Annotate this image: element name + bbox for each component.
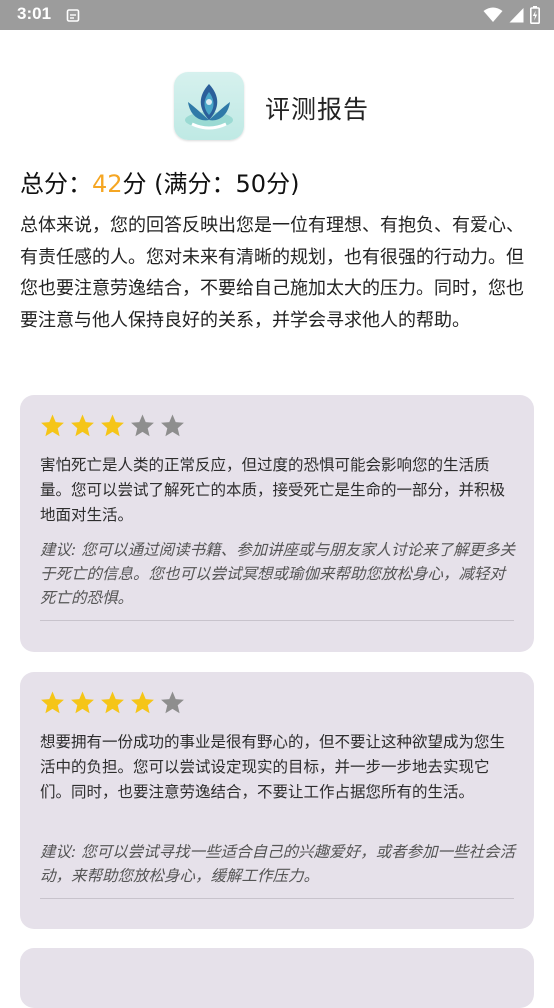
signal-icon	[509, 8, 524, 23]
star-filled-icon	[71, 414, 94, 437]
summary-text: 总体来说，您的回答反映出您是一位有理想、有抱负、有爱心、有责任感的人。您对未来有…	[20, 215, 524, 331]
star-empty-icon	[161, 691, 184, 714]
card-description: 想要拥有一份成功的事业是很有野心的，但不要让这种欲望成为您生活中的负担。您可以尝…	[40, 733, 506, 801]
page-title: 评测报告	[265, 95, 370, 124]
star-filled-icon	[71, 691, 94, 714]
card-suggestion: 建议: 您可以通过阅读书籍、参加讲座或与朋友家人讨论来了解更多关于死亡的信息。您…	[40, 541, 516, 607]
star-rating	[40, 690, 185, 715]
star-filled-icon	[101, 691, 124, 714]
status-time: 3:01	[17, 4, 52, 23]
card-description: 害怕死亡是人类的正常反应，但过度的恐惧可能会影响您的生活质量。您可以尝试了解死亡…	[40, 456, 506, 524]
star-filled-icon	[41, 691, 64, 714]
header: 评测报告	[0, 70, 554, 142]
result-card	[20, 948, 534, 1008]
result-card: 害怕死亡是人类的正常反应，但过度的恐惧可能会影响您的生活质量。您可以尝试了解死亡…	[20, 395, 534, 652]
wifi-icon	[483, 7, 503, 22]
battery-icon	[530, 6, 540, 24]
result-card: 想要拥有一份成功的事业是很有野心的，但不要让这种欲望成为您生活中的负担。您可以尝…	[20, 672, 534, 929]
divider	[40, 620, 514, 621]
star-rating	[40, 413, 185, 438]
score-value: 42	[92, 170, 123, 198]
star-filled-icon	[101, 414, 124, 437]
star-empty-icon	[161, 414, 184, 437]
lotus-logo-icon	[174, 72, 244, 140]
score-max: 分 (满分：50分)	[122, 170, 300, 198]
notification-icon	[66, 9, 80, 22]
star-filled-icon	[131, 691, 154, 714]
card-suggestion: 建议: 您可以尝试寻找一些适合自己的兴趣爱好，或者参加一些社会活动，来帮助您放松…	[40, 843, 516, 885]
star-empty-icon	[131, 414, 154, 437]
status-bar: 3:01	[0, 0, 554, 30]
score-label: 总分：	[20, 170, 92, 198]
star-filled-icon	[41, 414, 64, 437]
divider	[40, 898, 514, 899]
total-score: 总分：42分 (满分：50分)	[20, 164, 299, 199]
